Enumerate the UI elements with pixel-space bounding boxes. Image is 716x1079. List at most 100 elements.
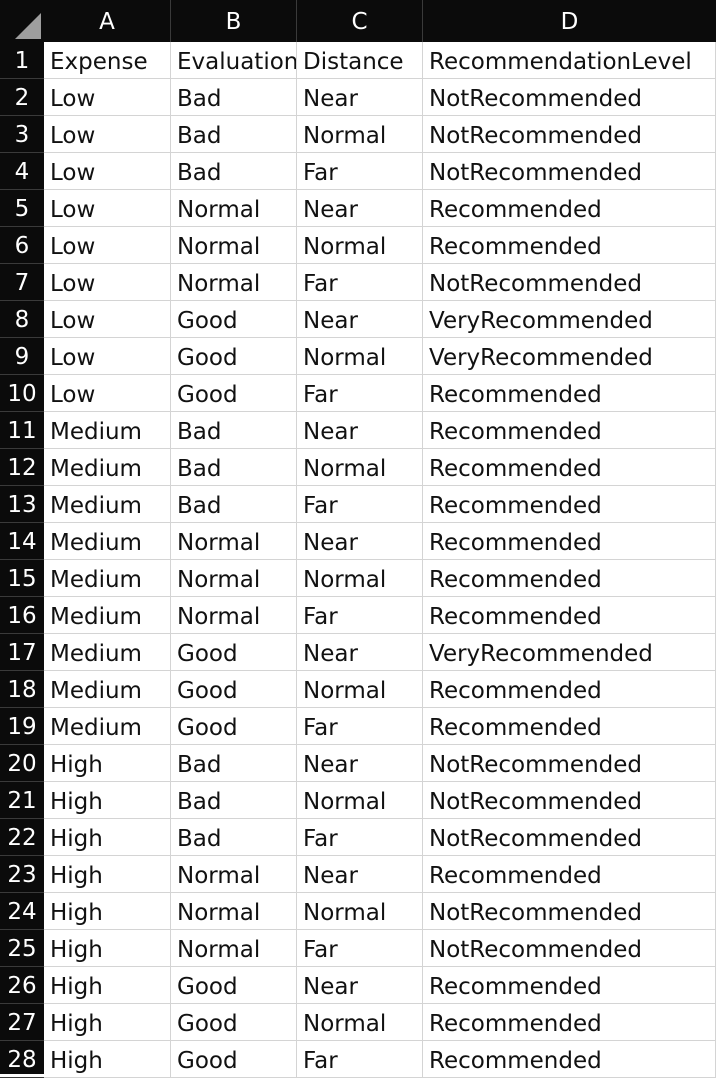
cell-b18[interactable]: Good: [171, 671, 297, 708]
cell-c25[interactable]: Far: [297, 930, 423, 967]
cell-c15[interactable]: Normal: [297, 560, 423, 597]
cell-a3[interactable]: Low: [44, 116, 171, 153]
cell-b19[interactable]: Good: [171, 708, 297, 745]
cell-a22[interactable]: High: [44, 819, 171, 856]
cell-a19[interactable]: Medium: [44, 708, 171, 745]
cell-d25[interactable]: NotRecommended: [423, 930, 716, 967]
cell-d24[interactable]: NotRecommended: [423, 893, 716, 930]
cell-c8[interactable]: Near: [297, 301, 423, 338]
cell-d28[interactable]: Recommended: [423, 1041, 716, 1078]
cell-a9[interactable]: Low: [44, 338, 171, 375]
cell-a16[interactable]: Medium: [44, 597, 171, 634]
row-header-28[interactable]: 28: [0, 1041, 44, 1078]
cell-c10[interactable]: Far: [297, 375, 423, 412]
cell-b5[interactable]: Normal: [171, 190, 297, 227]
cell-b17[interactable]: Good: [171, 634, 297, 671]
cell-c14[interactable]: Near: [297, 523, 423, 560]
column-header-d[interactable]: D: [423, 0, 716, 42]
cell-d22[interactable]: NotRecommended: [423, 819, 716, 856]
cell-c3[interactable]: Normal: [297, 116, 423, 153]
cell-b26[interactable]: Good: [171, 967, 297, 1004]
cell-a20[interactable]: High: [44, 745, 171, 782]
cell-c7[interactable]: Far: [297, 264, 423, 301]
row-header-12[interactable]: 12: [0, 449, 44, 486]
cell-d20[interactable]: NotRecommended: [423, 745, 716, 782]
cell-a7[interactable]: Low: [44, 264, 171, 301]
cell-a6[interactable]: Low: [44, 227, 171, 264]
cell-c16[interactable]: Far: [297, 597, 423, 634]
row-header-19[interactable]: 19: [0, 708, 44, 745]
cell-c18[interactable]: Normal: [297, 671, 423, 708]
cell-c28[interactable]: Far: [297, 1041, 423, 1078]
cell-a10[interactable]: Low: [44, 375, 171, 412]
cell-b23[interactable]: Normal: [171, 856, 297, 893]
cell-c20[interactable]: Near: [297, 745, 423, 782]
cell-b9[interactable]: Good: [171, 338, 297, 375]
cell-c12[interactable]: Normal: [297, 449, 423, 486]
cell-c17[interactable]: Near: [297, 634, 423, 671]
cell-c23[interactable]: Near: [297, 856, 423, 893]
cell-a17[interactable]: Medium: [44, 634, 171, 671]
cell-d26[interactable]: Recommended: [423, 967, 716, 1004]
cell-c13[interactable]: Far: [297, 486, 423, 523]
row-header-24[interactable]: 24: [0, 893, 44, 930]
cell-c24[interactable]: Normal: [297, 893, 423, 930]
cell-b12[interactable]: Bad: [171, 449, 297, 486]
cell-b10[interactable]: Good: [171, 375, 297, 412]
cell-a26[interactable]: High: [44, 967, 171, 1004]
cell-c4[interactable]: Far: [297, 153, 423, 190]
cell-b16[interactable]: Normal: [171, 597, 297, 634]
cell-b3[interactable]: Bad: [171, 116, 297, 153]
cell-d9[interactable]: VeryRecommended: [423, 338, 716, 375]
cell-b14[interactable]: Normal: [171, 523, 297, 560]
cell-b24[interactable]: Normal: [171, 893, 297, 930]
row-header-3[interactable]: 3: [0, 116, 44, 153]
cell-d10[interactable]: Recommended: [423, 375, 716, 412]
column-header-b[interactable]: B: [171, 0, 297, 42]
select-all-button[interactable]: [0, 0, 44, 42]
row-header-20[interactable]: 20: [0, 745, 44, 782]
row-header-22[interactable]: 22: [0, 819, 44, 856]
cell-b21[interactable]: Bad: [171, 782, 297, 819]
row-header-1[interactable]: 1: [0, 42, 44, 79]
cell-b13[interactable]: Bad: [171, 486, 297, 523]
cell-d11[interactable]: Recommended: [423, 412, 716, 449]
cell-a5[interactable]: Low: [44, 190, 171, 227]
cell-b2[interactable]: Bad: [171, 79, 297, 116]
cell-a8[interactable]: Low: [44, 301, 171, 338]
row-header-13[interactable]: 13: [0, 486, 44, 523]
row-header-11[interactable]: 11: [0, 412, 44, 449]
cell-c27[interactable]: Normal: [297, 1004, 423, 1041]
cell-d17[interactable]: VeryRecommended: [423, 634, 716, 671]
cell-c9[interactable]: Normal: [297, 338, 423, 375]
cell-c19[interactable]: Far: [297, 708, 423, 745]
cell-b22[interactable]: Bad: [171, 819, 297, 856]
cell-d21[interactable]: NotRecommended: [423, 782, 716, 819]
cell-c11[interactable]: Near: [297, 412, 423, 449]
cell-c6[interactable]: Normal: [297, 227, 423, 264]
cell-b25[interactable]: Normal: [171, 930, 297, 967]
cell-a14[interactable]: Medium: [44, 523, 171, 560]
cell-a28[interactable]: High: [44, 1041, 171, 1078]
cell-b8[interactable]: Good: [171, 301, 297, 338]
cell-b6[interactable]: Normal: [171, 227, 297, 264]
cell-a25[interactable]: High: [44, 930, 171, 967]
cell-a13[interactable]: Medium: [44, 486, 171, 523]
row-header-21[interactable]: 21: [0, 782, 44, 819]
cell-d19[interactable]: Recommended: [423, 708, 716, 745]
cell-b20[interactable]: Bad: [171, 745, 297, 782]
cell-d16[interactable]: Recommended: [423, 597, 716, 634]
cell-d23[interactable]: Recommended: [423, 856, 716, 893]
cell-c22[interactable]: Far: [297, 819, 423, 856]
cell-c2[interactable]: Near: [297, 79, 423, 116]
cell-d1[interactable]: RecommendationLevel: [423, 42, 716, 79]
cell-d18[interactable]: Recommended: [423, 671, 716, 708]
cell-a12[interactable]: Medium: [44, 449, 171, 486]
row-header-10[interactable]: 10: [0, 375, 44, 412]
cell-a24[interactable]: High: [44, 893, 171, 930]
cell-a27[interactable]: High: [44, 1004, 171, 1041]
row-header-18[interactable]: 18: [0, 671, 44, 708]
row-header-15[interactable]: 15: [0, 560, 44, 597]
cell-d13[interactable]: Recommended: [423, 486, 716, 523]
cell-b1[interactable]: Evaluation: [171, 42, 297, 79]
